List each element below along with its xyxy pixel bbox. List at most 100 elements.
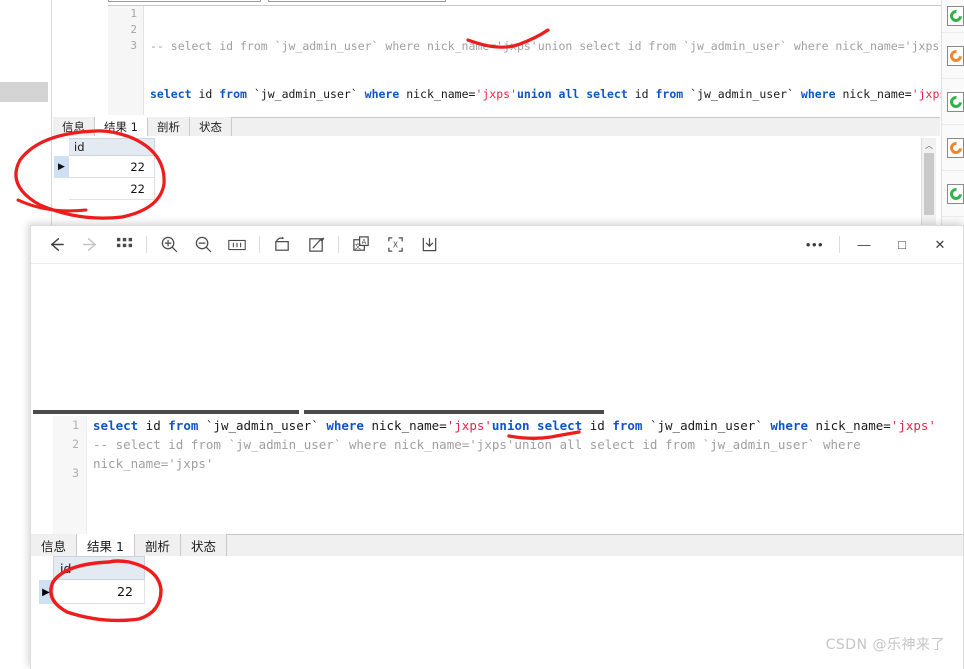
actual-size-icon[interactable]: [220, 230, 254, 260]
toolbar-divider: [146, 236, 147, 253]
toolbar-divider: [259, 236, 260, 253]
status-circle-icon: [947, 45, 964, 66]
sql-code-top[interactable]: -- select id from `jw_admin_user` where …: [150, 6, 964, 115]
svg-text:X: X: [392, 241, 397, 250]
sql-token: `jw_admin_user`: [642, 418, 771, 433]
line-number: 2: [72, 437, 79, 451]
table-row[interactable]: 22: [69, 156, 155, 178]
right-edge-partial-list: [941, 0, 964, 232]
sql-token: where: [326, 418, 364, 433]
tab-result1-bottom: 结果 1: [77, 534, 135, 556]
sql-line-3: [150, 134, 964, 150]
zoom-in-icon[interactable]: [152, 230, 186, 260]
sql-token: from: [219, 87, 247, 101]
status-circle-icon: [947, 183, 964, 204]
sql-line-2: select id from `jw_admin_user` where nic…: [150, 86, 964, 102]
sql-token: nick_name=: [363, 418, 447, 433]
navicat-main-area: jw_admin_user @test 查询-1 1 2 3 -- select…: [53, 0, 964, 232]
list-item[interactable]: [942, 171, 964, 217]
minimize-button[interactable]: —: [845, 230, 883, 260]
sql-token: 'jxps': [890, 418, 936, 433]
grid-view-icon[interactable]: [107, 230, 141, 260]
line-number: 1: [130, 7, 137, 20]
result-tabstrip-bottom: 信息 结果 1 剖析 状态: [31, 534, 963, 556]
sql-token: union all select: [517, 87, 628, 101]
result-grid-top[interactable]: id ▶ 22 22: [54, 138, 155, 200]
viewer-titlebar: A文 X ••• — □ ✕: [31, 226, 963, 264]
save-download-icon[interactable]: [412, 230, 446, 260]
line-number-gutter-top: 1 2 3: [108, 6, 144, 115]
connection-tab-1[interactable]: jw_admin_user @test: [108, 0, 261, 2]
back-icon[interactable]: [39, 230, 73, 260]
sql-token: union select: [491, 418, 583, 433]
sql-token: where: [800, 87, 836, 101]
sql-token: id: [191, 87, 220, 101]
status-circle-icon: [947, 6, 964, 26]
column-header-id-top[interactable]: id: [69, 138, 155, 156]
sql-token: select: [93, 418, 139, 433]
table-row: 22: [53, 580, 145, 604]
extract-text-icon[interactable]: X: [378, 230, 412, 260]
window-controls: ••• — □ ✕: [796, 230, 963, 260]
tab-profile-top[interactable]: 剖析: [147, 117, 190, 136]
list-item[interactable]: [942, 79, 964, 125]
sql-token: from: [612, 418, 643, 433]
viewer-toolbar: A文 X: [31, 230, 446, 260]
scroll-thumb[interactable]: [924, 153, 934, 215]
more-options-icon[interactable]: •••: [796, 230, 834, 260]
connection-tab-2[interactable]: 查询-1: [268, 0, 446, 2]
sql-token: id: [582, 418, 613, 433]
sql-token: `jw_admin_user`: [683, 87, 801, 101]
list-item[interactable]: [942, 125, 964, 171]
edit-pencil-icon[interactable]: [299, 230, 333, 260]
svg-text:文: 文: [354, 241, 361, 250]
sql-token: where: [770, 418, 809, 433]
sql-token: from: [168, 418, 199, 433]
sql-editor-top[interactable]: 1 2 3 -- select id from `jw_admin_user` …: [108, 5, 964, 115]
sql-token: from: [655, 87, 684, 101]
toolbar-divider: [338, 236, 339, 253]
scroll-up-arrow[interactable]: ︿: [922, 138, 936, 153]
tab-profile-bottom: 剖析: [134, 534, 181, 556]
svg-text:A: A: [361, 238, 366, 246]
tab-status-top[interactable]: 状态: [189, 117, 232, 136]
sql-line-1: select id from `jw_admin_user` where nic…: [93, 416, 961, 435]
screenshot-root: jw_admin_user @test 查询-1 1 2 3 -- select…: [0, 0, 964, 669]
table-row[interactable]: 22: [69, 178, 155, 200]
sql-line-3: [93, 473, 961, 492]
line-number: 1: [72, 418, 79, 432]
line-number: 3: [72, 466, 79, 480]
navicat-left-pane: [0, 0, 52, 232]
left-pane-placeholder: [0, 82, 48, 102]
list-item[interactable]: [942, 0, 964, 33]
result-grid-bottom: id ▶ 22: [39, 556, 145, 604]
tab-info-top[interactable]: 信息: [53, 117, 95, 136]
maximize-button[interactable]: □: [883, 230, 921, 260]
list-item[interactable]: [942, 33, 964, 79]
cut-off-tab-bar-left: [33, 410, 299, 414]
sql-line-1-comment: -- select id from `jw_admin_user` where …: [150, 39, 947, 53]
navicat-background-window: jw_admin_user @test 查询-1 1 2 3 -- select…: [0, 0, 964, 232]
sql-token: 'jxps': [475, 87, 517, 101]
sql-token: nick_name=: [399, 87, 476, 101]
result-tabstrip-top: 信息 结果 1 剖析 状态: [53, 117, 940, 136]
line-number-gutter-bottom: 1 2 3: [53, 416, 87, 534]
translate-icon[interactable]: A文: [344, 230, 378, 260]
sql-token: nick_name=: [808, 418, 891, 433]
tab-result1-top[interactable]: 结果 1: [95, 117, 148, 136]
sql-token: 'jxps': [446, 418, 492, 433]
tab-info-bottom: 信息: [31, 534, 78, 556]
sql-token: id: [138, 418, 169, 433]
close-button[interactable]: ✕: [921, 230, 959, 260]
rotate-icon[interactable]: [265, 230, 299, 260]
cut-off-tab-bar-right: [304, 410, 604, 414]
result-vscrollbar-top[interactable]: ︿: [921, 138, 936, 228]
status-circle-icon: [947, 137, 964, 158]
viewer-image-canvas[interactable]: 1 2 3 select id from `jw_admin_user` whe…: [31, 264, 963, 669]
image-viewer-window: A文 X ••• — □ ✕ 1 2 3 select id from `jw_…: [30, 225, 964, 669]
sql-token: `jw_admin_user`: [198, 418, 327, 433]
forward-icon[interactable]: [73, 230, 107, 260]
tab-status-bottom: 状态: [180, 534, 227, 556]
zoom-out-icon[interactable]: [186, 230, 220, 260]
line-number: 3: [130, 39, 137, 52]
